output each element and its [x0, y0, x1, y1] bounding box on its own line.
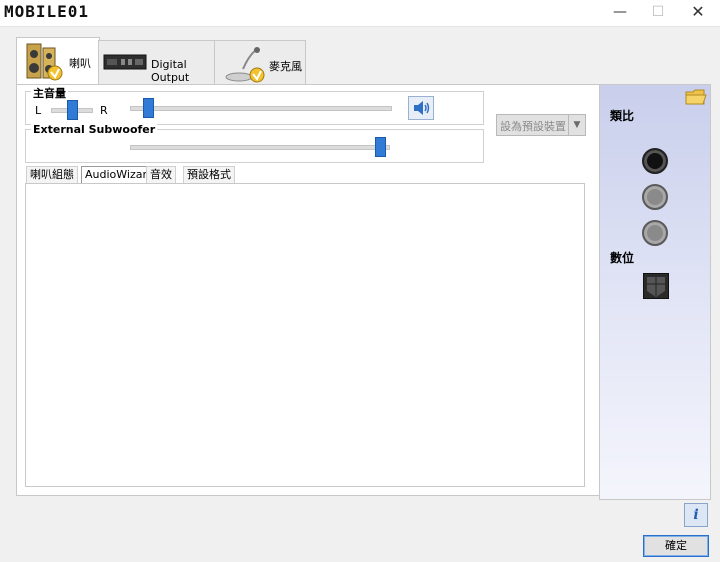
set-default-device-label: 設為預設裝置: [500, 120, 566, 133]
tab-speakers-label: 喇叭: [69, 57, 91, 70]
tab-speaker-config[interactable]: 喇叭組態: [26, 166, 78, 184]
balance-slider-thumb[interactable]: [67, 100, 78, 120]
volume-icon: [414, 101, 430, 115]
digital-jack-icon[interactable]: [643, 273, 669, 299]
volume-slider-thumb[interactable]: [142, 98, 154, 118]
volume-slider-track[interactable]: [130, 106, 392, 111]
balance-left-label: L: [35, 104, 42, 117]
tab-digital-output[interactable]: Digital Output: [98, 40, 216, 85]
minimize-button[interactable]: —: [600, 0, 640, 26]
analog-jack-1[interactable]: [642, 148, 668, 174]
tab-microphone-label: 麥克風: [269, 60, 302, 73]
mute-button[interactable]: [408, 96, 434, 120]
chevron-down-icon[interactable]: ▼: [568, 115, 585, 135]
close-button[interactable]: ✕: [678, 0, 718, 26]
microphone-icon: [225, 47, 265, 83]
analog-label: 類比: [610, 109, 635, 123]
folder-icon[interactable]: [684, 86, 708, 106]
info-icon[interactable]: i: [684, 503, 708, 527]
analog-jack-2[interactable]: [642, 184, 668, 210]
subwoofer-slider-track[interactable]: [130, 145, 390, 150]
speaker-icon: [26, 43, 63, 81]
digital-label: 數位: [610, 251, 635, 265]
maximize-button[interactable]: ☐: [638, 0, 678, 26]
tab-sound-effects[interactable]: 音效: [146, 166, 176, 184]
subwoofer-slider-thumb[interactable]: [375, 137, 386, 157]
digital-output-icon: [103, 54, 147, 70]
subwoofer-label: External Subwoofer: [31, 123, 158, 136]
ok-button[interactable]: 確定: [643, 535, 709, 557]
balance-right-label: R: [100, 104, 108, 117]
set-default-device-button[interactable]: 設為預設裝置 ▼: [496, 114, 586, 136]
tab-default-format[interactable]: 預設格式: [183, 166, 235, 184]
tab-speakers[interactable]: 喇叭: [16, 37, 100, 86]
tab-content-area: [25, 183, 585, 487]
app-logo: MOBILE01: [4, 2, 90, 21]
tab-microphone[interactable]: 麥克風: [214, 40, 306, 85]
tab-digital-output-label: Digital Output: [151, 58, 190, 84]
title-bar: MOBILE01 — ☐ ✕: [0, 0, 720, 27]
main-volume-label: 主音量: [31, 85, 68, 101]
analog-jack-3[interactable]: [642, 220, 668, 246]
